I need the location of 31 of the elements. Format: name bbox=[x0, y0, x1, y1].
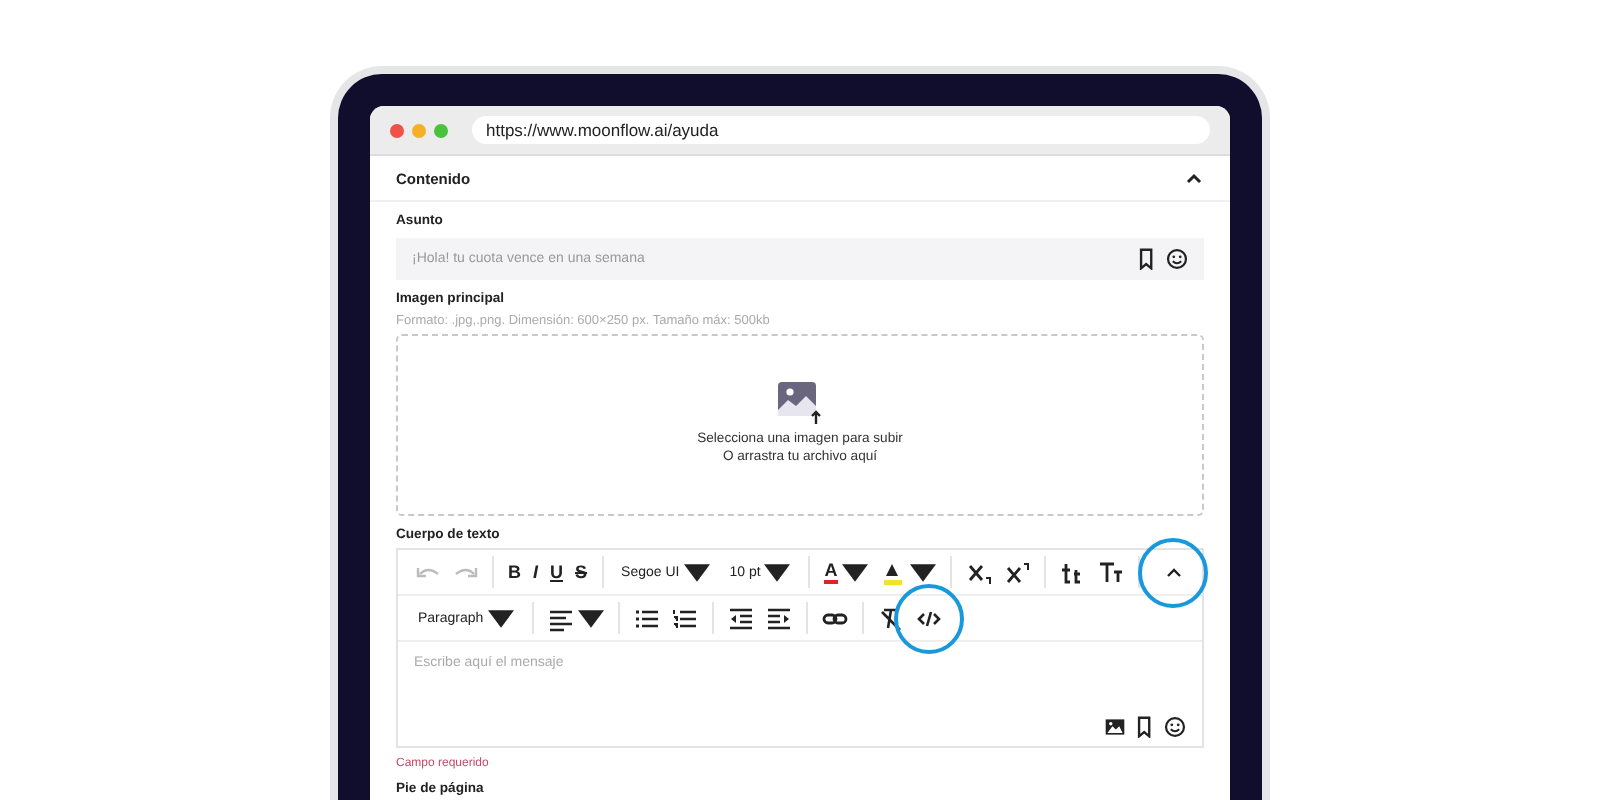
close-dot[interactable] bbox=[390, 123, 404, 137]
outdent-icon bbox=[727, 605, 754, 631]
caret-icon bbox=[764, 559, 791, 585]
superscript-icon bbox=[1003, 559, 1030, 585]
address-bar[interactable]: https://www.moonflow.ai/ayuda bbox=[472, 116, 1210, 144]
image-icon[interactable] bbox=[1104, 716, 1126, 738]
chevron-icon[interactable] bbox=[1184, 168, 1204, 188]
bold-button[interactable]: B bbox=[504, 556, 525, 588]
indent-icon bbox=[765, 605, 792, 631]
image-upload-icon bbox=[778, 382, 822, 425]
caret-icon bbox=[683, 559, 710, 585]
caret-icon bbox=[841, 559, 868, 585]
smiley-icon[interactable] bbox=[1166, 248, 1188, 270]
font-color-button[interactable]: A bbox=[820, 556, 872, 588]
minimize-dot[interactable] bbox=[412, 123, 426, 137]
text-size-icon bbox=[1097, 559, 1124, 585]
align-left-icon bbox=[547, 605, 574, 631]
bookmark-icon[interactable] bbox=[1136, 248, 1158, 270]
underline-button[interactable]: U bbox=[546, 556, 568, 588]
caret-icon bbox=[487, 605, 514, 631]
italic-button[interactable]: I bbox=[529, 556, 543, 588]
caret-icon bbox=[577, 605, 604, 631]
numbered-list-icon bbox=[671, 605, 698, 631]
bookmark-icon[interactable] bbox=[1134, 716, 1156, 738]
caret-icon bbox=[909, 559, 936, 585]
text-size-icon bbox=[1059, 559, 1086, 585]
zoom-dot[interactable] bbox=[434, 123, 448, 137]
bulleted-list-icon bbox=[633, 605, 660, 631]
strike-button[interactable]: S bbox=[571, 556, 592, 588]
smiley-icon[interactable] bbox=[1164, 716, 1186, 738]
highlighter-icon bbox=[879, 559, 906, 585]
